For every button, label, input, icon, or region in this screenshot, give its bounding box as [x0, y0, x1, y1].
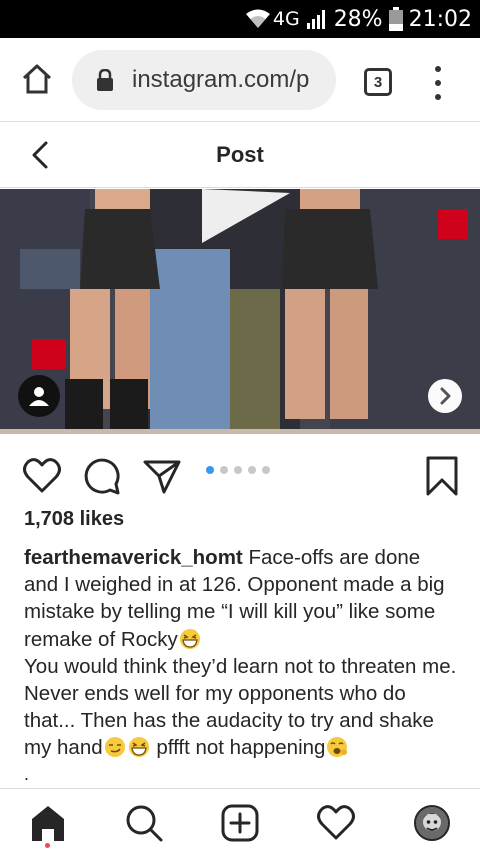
- carousel-dot: [220, 466, 228, 474]
- post-caption: fearthemaverick_homt Face-offs are done …: [24, 544, 460, 762]
- carousel-dot: [206, 466, 214, 474]
- grinning-squinting-emoji-icon: [179, 628, 200, 649]
- like-heart-icon[interactable]: [22, 456, 62, 496]
- tagged-user-icon[interactable]: [18, 375, 60, 417]
- lock-icon: [97, 69, 113, 91]
- caption-trailing-text: .: [24, 764, 30, 784]
- bottom-navigation: [0, 788, 480, 854]
- notification-dot: [45, 843, 50, 848]
- network-type: 4G: [272, 8, 300, 30]
- page-title: Post: [216, 142, 264, 167]
- home-icon[interactable]: [28, 803, 68, 843]
- comment-icon[interactable]: [82, 456, 122, 496]
- activity-heart-icon[interactable]: [316, 803, 356, 843]
- share-icon[interactable]: [142, 456, 182, 496]
- wifi-icon: [245, 9, 270, 28]
- carousel-dot: [248, 466, 256, 474]
- grinning-squinting-emoji-icon: [128, 737, 149, 758]
- battery-percent: 28%: [333, 6, 383, 32]
- clock: 21:02: [408, 6, 472, 32]
- carousel-indicator: [206, 466, 270, 474]
- play-icon[interactable]: [198, 189, 294, 245]
- new-post-icon[interactable]: [220, 803, 260, 843]
- search-icon[interactable]: [124, 803, 164, 843]
- caption-username[interactable]: fearthemaverick_homt: [24, 546, 243, 569]
- carousel-dot: [262, 466, 270, 474]
- carousel-dot: [234, 466, 242, 474]
- browser-toolbar: instagram.com/p 3: [0, 38, 480, 122]
- status-bar: 4G 28% 21:02: [0, 0, 480, 38]
- browser-home-icon[interactable]: [20, 62, 54, 96]
- smirk-emoji-icon: [104, 737, 125, 758]
- yawning-face-emoji-icon: [327, 737, 348, 758]
- post-header: Post: [0, 122, 480, 188]
- browser-menu-icon[interactable]: [428, 66, 448, 100]
- caption-text-3: pffft not happening: [150, 736, 326, 760]
- post-actions: [0, 440, 480, 510]
- address-bar[interactable]: instagram.com/p: [72, 50, 336, 110]
- battery-icon: [388, 7, 403, 31]
- profile-avatar[interactable]: [414, 805, 450, 841]
- url-text: instagram.com/p: [132, 66, 310, 93]
- likes-count[interactable]: 1,708 likes: [24, 508, 124, 531]
- save-bookmark-icon[interactable]: [422, 456, 462, 496]
- signal-icon: [306, 10, 325, 29]
- carousel-next-icon[interactable]: [428, 379, 462, 413]
- tab-switcher-button[interactable]: 3: [364, 68, 392, 96]
